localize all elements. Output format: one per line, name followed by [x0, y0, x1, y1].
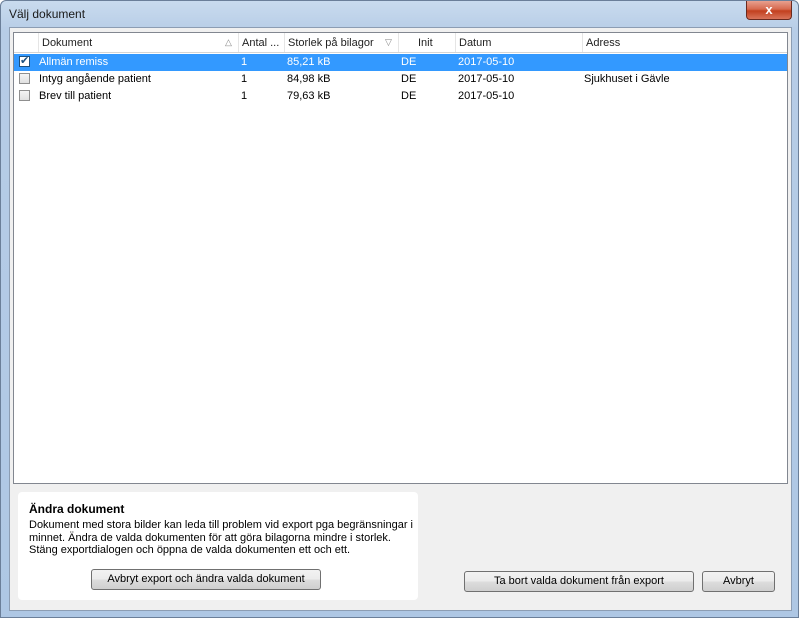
cancel-and-edit-button[interactable]: Avbryt export och ändra valda dokument	[91, 569, 321, 590]
dialog-client-area: Dokument △ Antal ... Storlek på bilagor …	[9, 27, 792, 611]
remove-selected-button[interactable]: Ta bort valda dokument från export	[464, 571, 694, 592]
document-name: Allmän remiss	[39, 56, 109, 68]
attachment-count: 1	[241, 73, 248, 85]
document-name: Brev till patient	[39, 90, 112, 102]
column-header-init[interactable]: Init	[399, 33, 456, 52]
title-bar[interactable]: Välj dokument x	[1, 1, 798, 27]
column-header-storlek[interactable]: Storlek på bilagor ▽	[285, 33, 399, 52]
list-header: Dokument △ Antal ... Storlek på bilagor …	[14, 33, 787, 53]
window-title: Välj dokument	[9, 7, 86, 21]
info-panel-text: Dokument med stora bilder kan leda till …	[29, 519, 414, 557]
column-label: Dokument	[42, 37, 93, 49]
column-header-adress[interactable]: Adress	[583, 33, 787, 52]
document-name: Intyg angående patient	[39, 73, 151, 85]
info-line: minnet. Ändra de valda dokumenten för at…	[29, 531, 391, 544]
table-row[interactable]: Allmän remiss 1 85,21 kB DE 2017-05-10	[14, 54, 787, 71]
column-label: Adress	[586, 37, 621, 49]
column-label: Storlek på bilagor	[288, 37, 374, 49]
attachment-count: 1	[241, 56, 248, 68]
table-row[interactable]: Intyg angående patient 1 84,98 kB DE 201…	[14, 71, 787, 88]
attachment-size: 79,63 kB	[287, 90, 331, 102]
row-checkbox[interactable]	[19, 54, 30, 67]
column-label: Init	[418, 37, 433, 49]
initials: DE	[401, 90, 417, 102]
date: 2017-05-10	[458, 56, 515, 68]
initials: DE	[401, 56, 417, 68]
initials: DE	[401, 73, 417, 85]
address: Sjukhuset i Gävle	[584, 73, 670, 85]
date: 2017-05-10	[458, 73, 515, 85]
attachment-size: 85,21 kB	[287, 56, 331, 68]
info-panel-title: Ändra dokument	[29, 502, 125, 516]
dialog-window: Välj dokument x Dokument △ Antal ... Sto…	[0, 0, 799, 618]
date: 2017-05-10	[458, 90, 515, 102]
row-checkbox[interactable]	[19, 90, 30, 101]
attachment-count: 1	[241, 90, 248, 102]
document-list[interactable]: Dokument △ Antal ... Storlek på bilagor …	[13, 32, 788, 484]
cancel-button[interactable]: Avbryt	[702, 571, 775, 592]
column-header-antal[interactable]: Antal ...	[239, 33, 285, 52]
close-icon: x	[765, 2, 773, 17]
info-line: Stäng exportdialogen och öppna de valda …	[29, 544, 351, 556]
close-button[interactable]: x	[746, 1, 792, 20]
column-header-dokument[interactable]: Dokument △	[39, 33, 239, 52]
info-line: Dokument med stora bilder kan leda till …	[29, 519, 413, 531]
column-label: Datum	[459, 37, 492, 49]
table-row[interactable]: Brev till patient 1 79,63 kB DE 2017-05-…	[14, 88, 787, 105]
column-header-datum[interactable]: Datum	[456, 33, 583, 52]
header-checkbox-column[interactable]	[14, 33, 39, 52]
info-panel: Ändra dokument Dokument med stora bilder…	[18, 492, 418, 600]
row-checkbox[interactable]	[19, 73, 30, 84]
sort-descending-icon: ▽	[385, 37, 392, 47]
column-label: Antal ...	[242, 37, 280, 49]
sort-ascending-icon: △	[225, 37, 232, 47]
attachment-size: 84,98 kB	[287, 73, 331, 85]
